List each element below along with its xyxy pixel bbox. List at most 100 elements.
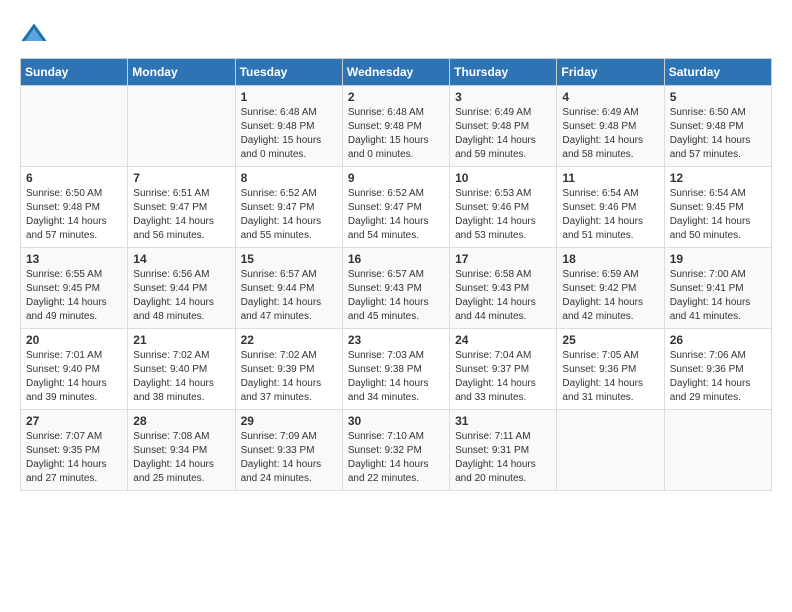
day-number: 30	[348, 414, 444, 428]
cell-content: Sunrise: 7:08 AM Sunset: 9:34 PM Dayligh…	[133, 430, 229, 486]
calendar-cell: 13 Sunrise: 6:55 AM Sunset: 9:45 PM Dayli…	[21, 248, 128, 329]
day-number: 12	[670, 171, 766, 185]
calendar-table: SundayMondayTuesdayWednesdayThursdayFrid…	[20, 58, 772, 491]
day-number: 28	[133, 414, 229, 428]
day-number: 9	[348, 171, 444, 185]
day-number: 5	[670, 90, 766, 104]
cell-content: Sunrise: 6:52 AM Sunset: 9:47 PM Dayligh…	[348, 187, 444, 243]
calendar-cell: 12 Sunrise: 6:54 AM Sunset: 9:45 PM Dayli…	[664, 167, 771, 248]
calendar-cell: 4Sunrise: 6:49 AM Sunset: 9:48 PM Daylig…	[557, 86, 664, 167]
calendar-cell: 7 Sunrise: 6:51 AM Sunset: 9:47 PM Daylig…	[128, 167, 235, 248]
calendar-week-row: 27 Sunrise: 7:07 AM Sunset: 9:35 PM Dayli…	[21, 410, 772, 491]
calendar-cell: 15 Sunrise: 6:57 AM Sunset: 9:44 PM Dayli…	[235, 248, 342, 329]
cell-content: Sunrise: 7:04 AM Sunset: 9:37 PM Dayligh…	[455, 349, 551, 405]
cell-content: Sunrise: 7:10 AM Sunset: 9:32 PM Dayligh…	[348, 430, 444, 486]
weekday-header: Saturday	[664, 59, 771, 86]
cell-content: Sunrise: 7:02 AM Sunset: 9:39 PM Dayligh…	[241, 349, 337, 405]
weekday-header: Friday	[557, 59, 664, 86]
day-number: 2	[348, 90, 444, 104]
day-number: 27	[26, 414, 122, 428]
day-number: 10	[455, 171, 551, 185]
cell-content: Sunrise: 7:00 AM Sunset: 9:41 PM Dayligh…	[670, 268, 766, 324]
day-number: 24	[455, 333, 551, 347]
calendar-cell: 21 Sunrise: 7:02 AM Sunset: 9:40 PM Dayli…	[128, 329, 235, 410]
calendar-cell: 5 Sunrise: 6:50 AM Sunset: 9:48 PM Daylig…	[664, 86, 771, 167]
calendar-cell	[557, 410, 664, 491]
logo	[20, 20, 52, 48]
cell-content: Sunrise: 6:55 AM Sunset: 9:45 PM Dayligh…	[26, 268, 122, 324]
day-number: 7	[133, 171, 229, 185]
calendar-cell: 11 Sunrise: 6:54 AM Sunset: 9:46 PM Dayli…	[557, 167, 664, 248]
day-number: 18	[562, 252, 658, 266]
calendar-week-row: 13 Sunrise: 6:55 AM Sunset: 9:45 PM Dayli…	[21, 248, 772, 329]
calendar-week-row: 6 Sunrise: 6:50 AM Sunset: 9:48 PM Daylig…	[21, 167, 772, 248]
day-number: 14	[133, 252, 229, 266]
day-number: 25	[562, 333, 658, 347]
cell-content: Sunrise: 6:54 AM Sunset: 9:46 PM Dayligh…	[562, 187, 658, 243]
cell-content: Sunrise: 6:48 AM Sunset: 9:48 PM Dayligh…	[348, 106, 444, 162]
calendar-cell: 23Sunrise: 7:03 AM Sunset: 9:38 PM Dayli…	[342, 329, 449, 410]
cell-content: Sunrise: 6:52 AM Sunset: 9:47 PM Dayligh…	[241, 187, 337, 243]
calendar-cell: 27 Sunrise: 7:07 AM Sunset: 9:35 PM Dayli…	[21, 410, 128, 491]
calendar-cell: 31 Sunrise: 7:11 AM Sunset: 9:31 PM Dayli…	[450, 410, 557, 491]
cell-content: Sunrise: 6:54 AM Sunset: 9:45 PM Dayligh…	[670, 187, 766, 243]
cell-content: Sunrise: 6:53 AM Sunset: 9:46 PM Dayligh…	[455, 187, 551, 243]
day-number: 19	[670, 252, 766, 266]
weekday-header: Sunday	[21, 59, 128, 86]
cell-content: Sunrise: 7:05 AM Sunset: 9:36 PM Dayligh…	[562, 349, 658, 405]
day-number: 16	[348, 252, 444, 266]
day-number: 4	[562, 90, 658, 104]
calendar-cell: 25 Sunrise: 7:05 AM Sunset: 9:36 PM Dayli…	[557, 329, 664, 410]
calendar-week-row: 1Sunrise: 6:48 AM Sunset: 9:48 PM Daylig…	[21, 86, 772, 167]
cell-content: Sunrise: 7:06 AM Sunset: 9:36 PM Dayligh…	[670, 349, 766, 405]
cell-content: Sunrise: 7:07 AM Sunset: 9:35 PM Dayligh…	[26, 430, 122, 486]
logo-icon	[20, 20, 48, 48]
day-number: 26	[670, 333, 766, 347]
calendar-cell: 29 Sunrise: 7:09 AM Sunset: 9:33 PM Dayli…	[235, 410, 342, 491]
calendar-cell: 30 Sunrise: 7:10 AM Sunset: 9:32 PM Dayli…	[342, 410, 449, 491]
cell-content: Sunrise: 6:50 AM Sunset: 9:48 PM Dayligh…	[670, 106, 766, 162]
cell-content: Sunrise: 7:02 AM Sunset: 9:40 PM Dayligh…	[133, 349, 229, 405]
weekday-header: Wednesday	[342, 59, 449, 86]
calendar-cell: 9 Sunrise: 6:52 AM Sunset: 9:47 PM Daylig…	[342, 167, 449, 248]
calendar-cell: 8Sunrise: 6:52 AM Sunset: 9:47 PM Daylig…	[235, 167, 342, 248]
day-number: 15	[241, 252, 337, 266]
cell-content: Sunrise: 6:50 AM Sunset: 9:48 PM Dayligh…	[26, 187, 122, 243]
cell-content: Sunrise: 6:58 AM Sunset: 9:43 PM Dayligh…	[455, 268, 551, 324]
cell-content: Sunrise: 6:56 AM Sunset: 9:44 PM Dayligh…	[133, 268, 229, 324]
calendar-cell: 26 Sunrise: 7:06 AM Sunset: 9:36 PM Dayli…	[664, 329, 771, 410]
cell-content: Sunrise: 6:51 AM Sunset: 9:47 PM Dayligh…	[133, 187, 229, 243]
calendar-cell: 6 Sunrise: 6:50 AM Sunset: 9:48 PM Daylig…	[21, 167, 128, 248]
day-number: 31	[455, 414, 551, 428]
day-number: 22	[241, 333, 337, 347]
calendar-cell: 16 Sunrise: 6:57 AM Sunset: 9:43 PM Dayli…	[342, 248, 449, 329]
weekday-header: Tuesday	[235, 59, 342, 86]
cell-content: Sunrise: 6:57 AM Sunset: 9:44 PM Dayligh…	[241, 268, 337, 324]
cell-content: Sunrise: 7:11 AM Sunset: 9:31 PM Dayligh…	[455, 430, 551, 486]
calendar-cell: 22 Sunrise: 7:02 AM Sunset: 9:39 PM Dayli…	[235, 329, 342, 410]
page-header	[20, 20, 772, 48]
day-number: 29	[241, 414, 337, 428]
calendar-cell: 3Sunrise: 6:49 AM Sunset: 9:48 PM Daylig…	[450, 86, 557, 167]
day-number: 6	[26, 171, 122, 185]
day-number: 21	[133, 333, 229, 347]
calendar-cell: 20Sunrise: 7:01 AM Sunset: 9:40 PM Dayli…	[21, 329, 128, 410]
calendar-cell: 10 Sunrise: 6:53 AM Sunset: 9:46 PM Dayli…	[450, 167, 557, 248]
calendar-cell: 28 Sunrise: 7:08 AM Sunset: 9:34 PM Dayli…	[128, 410, 235, 491]
weekday-header: Monday	[128, 59, 235, 86]
day-number: 23	[348, 333, 444, 347]
cell-content: Sunrise: 7:09 AM Sunset: 9:33 PM Dayligh…	[241, 430, 337, 486]
calendar-cell: 14 Sunrise: 6:56 AM Sunset: 9:44 PM Dayli…	[128, 248, 235, 329]
cell-content: Sunrise: 6:57 AM Sunset: 9:43 PM Dayligh…	[348, 268, 444, 324]
weekday-header: Thursday	[450, 59, 557, 86]
day-number: 17	[455, 252, 551, 266]
day-number: 20	[26, 333, 122, 347]
calendar-cell: 18Sunrise: 6:59 AM Sunset: 9:42 PM Dayli…	[557, 248, 664, 329]
calendar-cell: 19 Sunrise: 7:00 AM Sunset: 9:41 PM Dayli…	[664, 248, 771, 329]
day-number: 11	[562, 171, 658, 185]
day-number: 3	[455, 90, 551, 104]
calendar-cell: 17 Sunrise: 6:58 AM Sunset: 9:43 PM Dayli…	[450, 248, 557, 329]
calendar-cell: 1Sunrise: 6:48 AM Sunset: 9:48 PM Daylig…	[235, 86, 342, 167]
day-number: 13	[26, 252, 122, 266]
calendar-week-row: 20Sunrise: 7:01 AM Sunset: 9:40 PM Dayli…	[21, 329, 772, 410]
